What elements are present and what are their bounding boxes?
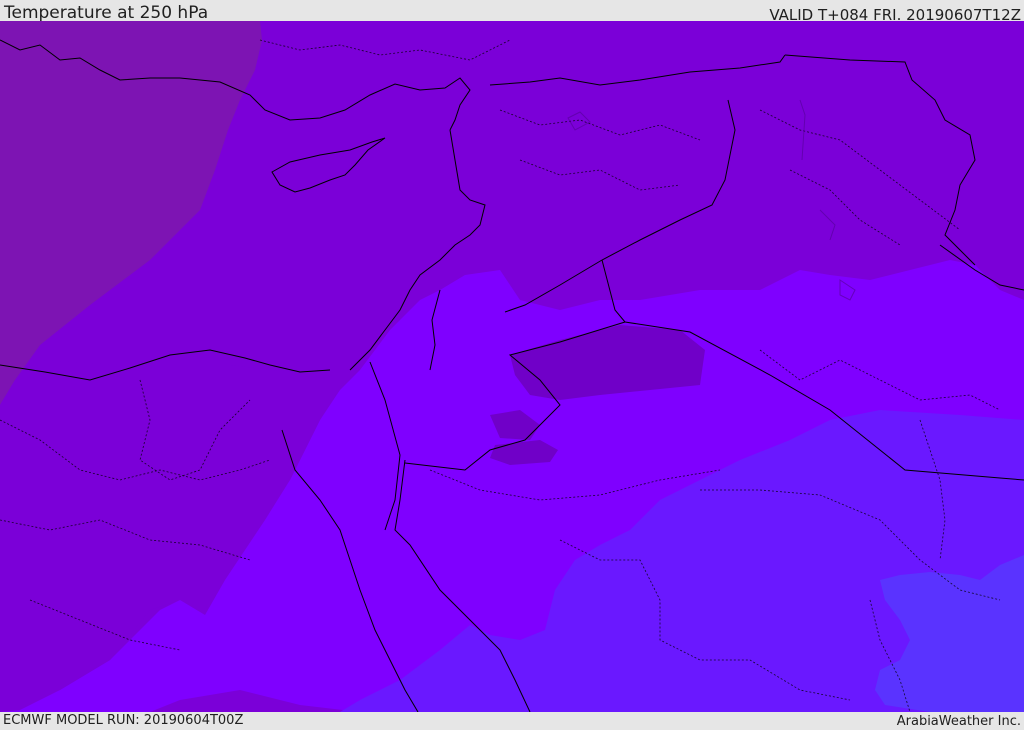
- model-run-label: ECMWF MODEL RUN: 20190604T00Z: [3, 713, 244, 728]
- weather-map[interactable]: [0, 21, 1024, 712]
- map-canvas: [0, 21, 1024, 712]
- footer-bar: ECMWF MODEL RUN: 20190604T00Z ArabiaWeat…: [0, 712, 1024, 729]
- brand-label: ArabiaWeather Inc.: [896, 714, 1021, 729]
- header-bar: Temperature at 250 hPa VALID T+084 FRI. …: [0, 0, 1024, 24]
